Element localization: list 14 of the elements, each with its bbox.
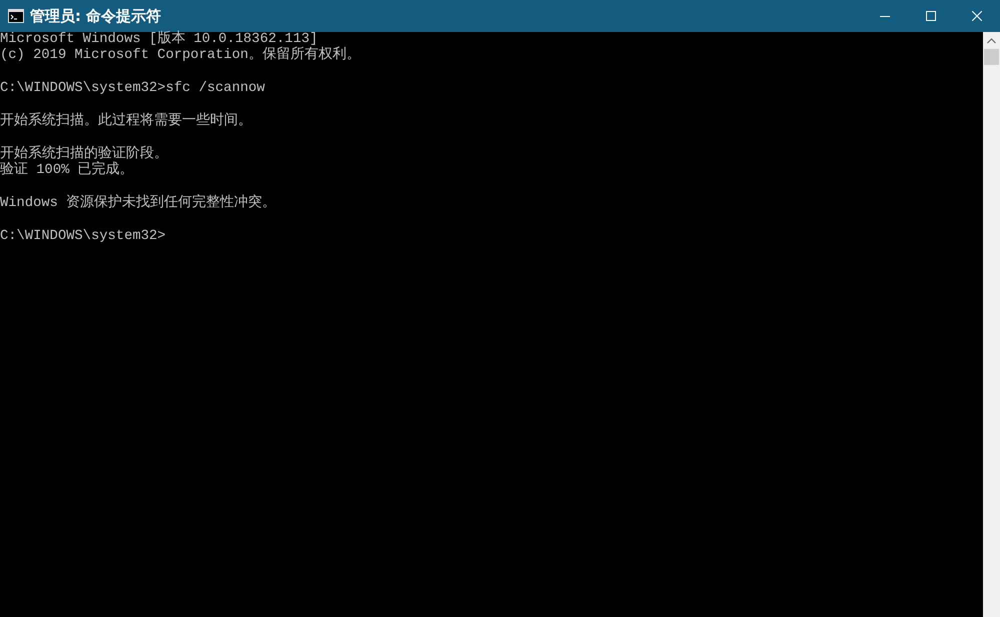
console-line: 开始系统扫描。此过程将需要一些时间。 — [0, 114, 252, 130]
console-line: 验证 100% 已完成。 — [0, 163, 134, 180]
console-line: C:\WINDOWS\system32>sfc /scannow — [0, 81, 265, 98]
scroll-thumb[interactable] — [984, 49, 999, 65]
console-line: Microsoft Windows [版本 10.0.18362.113] — [0, 32, 318, 47]
console-line: (c) 2019 Microsoft Corporation。保留所有权利。 — [0, 48, 360, 65]
console-line: Windows 资源保护未找到任何完整性冲突。 — [0, 196, 276, 212]
close-icon — [972, 11, 982, 21]
console-icon — [8, 9, 24, 23]
console-line: C:\WINDOWS\system32> — [0, 228, 166, 246]
chevron-up-icon — [987, 38, 996, 44]
window-title: 管理员: 命令提示符 — [30, 6, 162, 26]
console-line: 开始系统扫描的验证阶段。 — [0, 146, 168, 162]
maximize-icon — [926, 11, 936, 21]
